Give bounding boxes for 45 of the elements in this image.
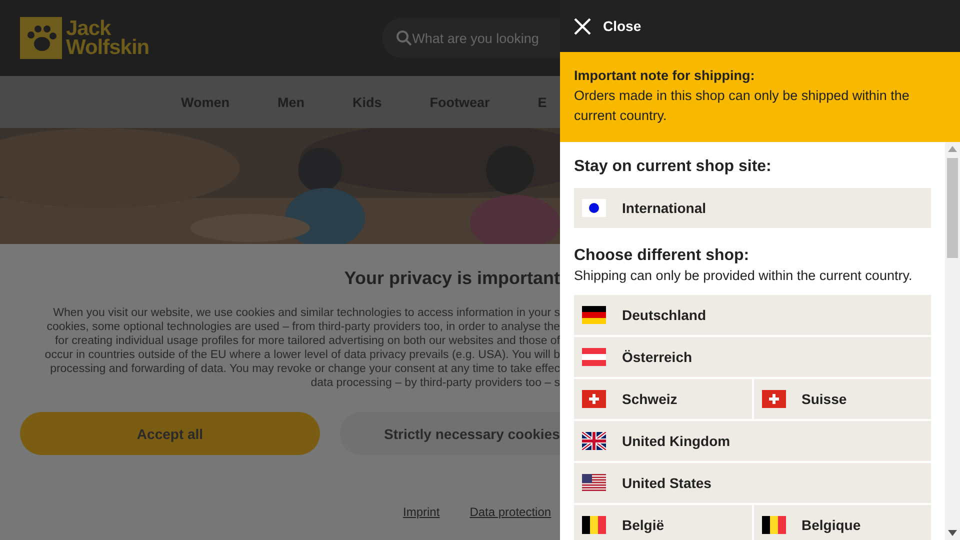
- shop-name: United States: [622, 475, 712, 491]
- shop-name: Suisse: [802, 391, 847, 407]
- shop-option[interactable]: Deutschland: [574, 295, 931, 335]
- search-field[interactable]: What are you looking: [382, 18, 560, 58]
- shop-name: Deutschland: [622, 307, 706, 323]
- dialog-title: Your privacy is important: [344, 268, 560, 289]
- globe-flag-icon: [582, 199, 606, 217]
- footer-link[interactable]: Data protection: [470, 505, 552, 519]
- flag-icon: [582, 474, 606, 492]
- close-button[interactable]: Close: [574, 18, 642, 34]
- footer-link[interactable]: Imprint: [403, 505, 440, 519]
- section-heading: Stay on current shop site:: [574, 158, 772, 176]
- paw-logo-icon[interactable]: [20, 17, 62, 59]
- flag-icon: [582, 348, 606, 366]
- shop-name: Schweiz: [622, 391, 678, 407]
- shop-name: International: [622, 200, 706, 216]
- shop-name: United Kingdom: [622, 433, 730, 449]
- privacy-text: When you visit our website, we use cookies and similar technologies to access information in your s cookies, some optional technologies are used – from third-party providers too, in order to analyse the for creating individual usage profiles for more tailored advertising on both our websites and those of occur in countries outside of the EU where a lower level of data privacy prevails (e.g. USA). You will b processing and forwarding of data. You may revoke or change your consent at any time to take effec data processing – by third-party providers too – s: [44, 306, 560, 390]
- flag-icon: [582, 516, 606, 534]
- note-text: Orders made in this shop can only be shipped within the current country.: [574, 87, 910, 125]
- shop-option[interactable]: United States: [574, 463, 931, 503]
- flag-icon: [582, 306, 606, 324]
- shop-option[interactable]: Österreich: [574, 337, 931, 377]
- brand-name: Jack Wolfskin: [66, 19, 150, 57]
- shop-option[interactable]: België: [574, 505, 752, 540]
- flag-icon: [582, 432, 606, 450]
- section-subtitle: Shipping can only be provided within the current country.: [574, 268, 914, 283]
- shop-option[interactable]: Schweiz: [574, 379, 752, 419]
- shop-name: België: [622, 517, 664, 533]
- section-heading: Choose different shop:: [574, 247, 750, 265]
- shop-option[interactable]: International: [574, 188, 931, 228]
- scroll-down-icon[interactable]: [948, 530, 957, 536]
- scrollbar-thumb[interactable]: [947, 158, 958, 258]
- flag-icon: [582, 390, 606, 408]
- shop-option[interactable]: Suisse: [754, 379, 931, 419]
- shop-name: Belgique: [802, 517, 861, 533]
- scroll-up-icon[interactable]: [948, 146, 957, 152]
- shop-option[interactable]: Belgique: [754, 505, 931, 540]
- search-icon: [396, 30, 412, 46]
- note-title: Important note for shipping:: [574, 67, 756, 85]
- shop-option[interactable]: United Kingdom: [574, 421, 931, 461]
- shop-name: Österreich: [622, 349, 692, 365]
- flag-icon: [762, 390, 786, 408]
- flag-icon: [762, 516, 786, 534]
- close-icon: [574, 18, 591, 34]
